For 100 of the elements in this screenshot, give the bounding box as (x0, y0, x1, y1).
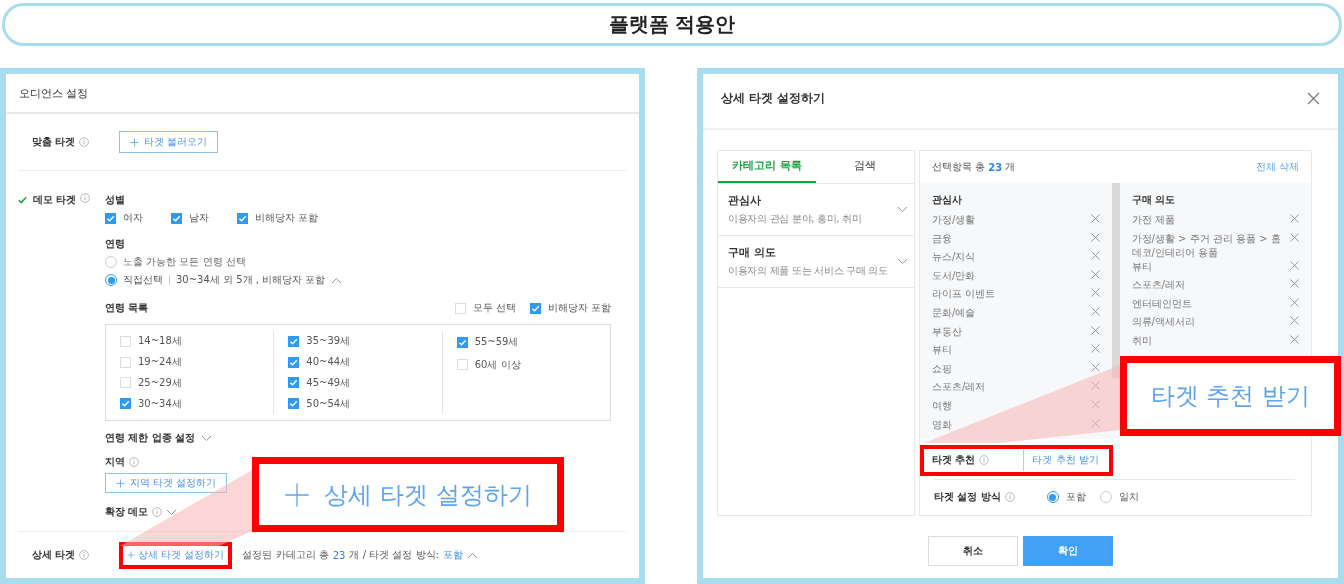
category-description: 이용자의 제품 또는 서비스 구매 의도 (728, 263, 888, 278)
selected-item: 스포츠/레저 (1131, 278, 1185, 293)
category-title: 구매 의도 (728, 245, 777, 260)
checkbox[interactable] (171, 212, 182, 224)
selected-item: 뉴스/지식 (932, 250, 976, 265)
checkbox[interactable] (456, 336, 468, 348)
checkbox[interactable] (237, 212, 248, 224)
remove-icon[interactable] (1290, 316, 1299, 326)
selection-label: 개 (1005, 160, 1016, 174)
remove-icon[interactable] (1290, 260, 1299, 270)
checkbox[interactable] (529, 302, 541, 314)
scrollbar-thumb[interactable] (1111, 183, 1120, 378)
selected-item: 도서/만화 (932, 268, 976, 283)
cancel-button[interactable]: 취소 (928, 536, 1018, 566)
info-icon (79, 137, 90, 147)
category-item[interactable]: 관심사 이용자의 관심 분야, 흥미, 취미 (718, 184, 914, 236)
selected-item: 라이프 이벤트 (932, 287, 996, 302)
checkbox-label: 45~49세 (306, 375, 351, 390)
remove-icon[interactable] (1090, 288, 1100, 298)
selected-item: 취미 (1131, 333, 1152, 348)
selected-item: 금융 (932, 231, 952, 246)
remove-icon[interactable] (1090, 325, 1100, 335)
method-value: 포함 (442, 548, 463, 562)
chevron-up-icon[interactable] (466, 551, 478, 559)
selected-item: 스포츠/레저 (932, 380, 986, 395)
checkbox-label: 남자 (189, 211, 209, 225)
checkbox[interactable] (288, 335, 300, 347)
remove-icon[interactable] (1090, 344, 1100, 354)
checkbox-label: 60세 이상 (474, 357, 521, 372)
region-target-button[interactable]: 지역 타겟 설정하기 (105, 473, 228, 493)
section-label: 연령 (105, 237, 125, 251)
confirm-button[interactable]: 확인 (1023, 536, 1113, 566)
info-icon (1004, 492, 1015, 502)
checkbox-label: 40~44세 (306, 355, 351, 370)
category-count: 23 (332, 549, 346, 561)
remove-icon[interactable] (1090, 214, 1100, 223)
chevron-down-icon[interactable] (897, 206, 908, 213)
checkbox-label: 35~39세 (306, 334, 351, 349)
remove-icon[interactable] (1290, 334, 1299, 344)
selected-item: 여행 (932, 398, 952, 413)
remove-icon[interactable] (1090, 232, 1100, 242)
section-label: 확장 데모 (105, 505, 149, 519)
selected-item: 쇼핑 (932, 361, 952, 376)
chevron-down-icon[interactable] (166, 508, 178, 516)
radio-button[interactable] (1099, 491, 1112, 503)
field-label: 상세 타겟 (32, 548, 76, 562)
info-icon (79, 550, 90, 560)
info-icon (80, 193, 91, 203)
remove-icon[interactable] (1090, 381, 1100, 391)
category-item[interactable]: 구매 의도 이용자의 제품 또는 서비스 구매 의도 (718, 236, 914, 288)
checkbox-label: 50~54세 (306, 396, 351, 411)
selection-count: 23 (988, 161, 1003, 173)
chevron-down-icon[interactable] (897, 258, 908, 265)
info-icon (152, 507, 163, 517)
category-description: 이용자의 관심 분야, 흥미, 취미 (728, 211, 862, 226)
clear-all-link[interactable]: 전체 삭제 (1255, 160, 1299, 174)
remove-icon[interactable] (1290, 214, 1299, 223)
dialog-title: 상세 타겟 설정하기 (721, 89, 826, 107)
checkbox-label: 14~18세 (138, 334, 182, 349)
checkbox-label: 19~24세 (138, 355, 182, 370)
section-label: 연령 목록 (105, 301, 149, 315)
selected-item: 가정/생활 > 주거 관리 용품 > 홈 데코/인테리어 용품 (1131, 231, 1282, 260)
summary-text: 설정된 카테고리 총 (242, 548, 329, 562)
remove-icon[interactable] (1290, 279, 1299, 289)
remove-icon[interactable] (1090, 306, 1100, 316)
load-target-button[interactable]: 타겟 불러오기 (119, 131, 219, 153)
checkbox[interactable] (105, 212, 116, 224)
checkbox-label: 25~29세 (138, 375, 182, 390)
checkbox-label: 비해당자 포함 (255, 211, 319, 225)
radio-button[interactable] (1046, 491, 1059, 503)
field-label: 맞춤 타겟 (32, 135, 76, 149)
remove-icon[interactable] (1090, 251, 1100, 261)
selected-item: 가정/생활 (932, 213, 976, 227)
remove-icon[interactable] (1090, 362, 1100, 372)
summary-text: 개 / 타겟 설정 방식: (349, 548, 439, 562)
selected-item: 가전 제품 (1131, 213, 1175, 227)
chevron-down-icon[interactable] (201, 434, 213, 442)
selected-item: 문화/예술 (932, 305, 976, 320)
radio-button[interactable] (105, 256, 117, 268)
remove-icon[interactable] (1090, 269, 1100, 279)
plus-icon (127, 551, 135, 559)
remove-icon[interactable] (1290, 297, 1299, 307)
checkbox-label: 여자 (123, 211, 143, 225)
setting-toggle[interactable]: 연령 제한 업종 설정 (105, 431, 196, 445)
chevron-up-icon[interactable] (331, 276, 343, 284)
remove-icon[interactable] (1290, 232, 1299, 242)
checkbox[interactable] (120, 398, 131, 410)
close-icon[interactable] (1307, 91, 1320, 105)
plus-icon (116, 478, 125, 488)
field-label: 타겟 설정 방식 (934, 490, 1001, 504)
selected-item: 영화 (932, 417, 952, 432)
group-title: 구매 의도 (1131, 193, 1176, 207)
checkbox[interactable] (288, 398, 300, 410)
selected-item: 뷰티 (932, 343, 952, 358)
radio-button[interactable] (105, 274, 117, 286)
selected-item: 뷰티 (1131, 259, 1152, 274)
remove-icon[interactable] (1090, 418, 1100, 428)
checkbox[interactable] (288, 377, 300, 389)
remove-icon[interactable] (1090, 399, 1100, 409)
checkbox[interactable] (288, 356, 300, 368)
